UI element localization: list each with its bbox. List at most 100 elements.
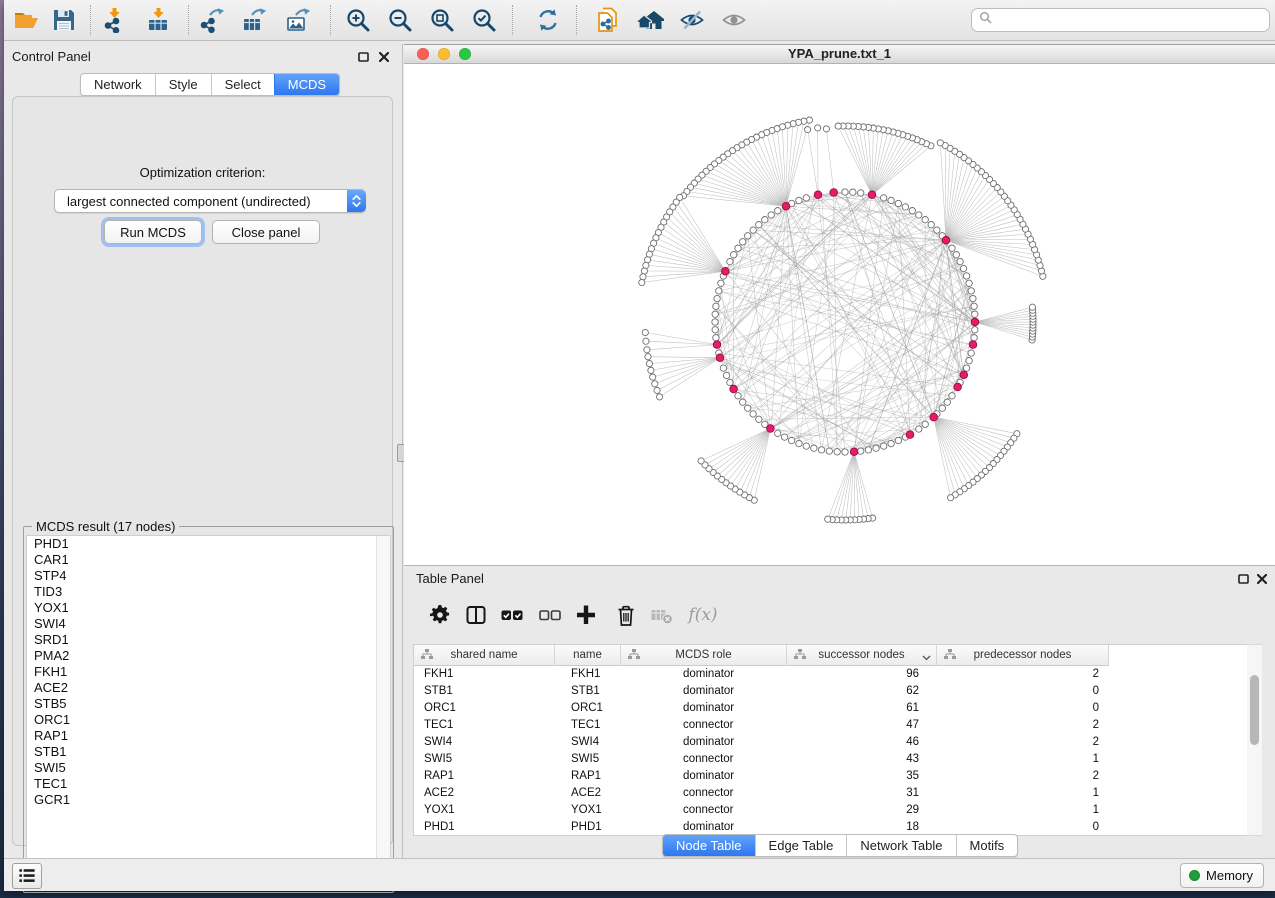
- mcds-result-item[interactable]: SRD1: [27, 632, 390, 648]
- network-node[interactable]: [949, 393, 955, 399]
- network-node[interactable]: [781, 434, 787, 440]
- export-image-icon[interactable]: [284, 6, 312, 34]
- table-tab-edge-table[interactable]: Edge Table: [755, 835, 847, 856]
- network-node[interactable]: [745, 405, 751, 411]
- network-node[interactable]: [971, 335, 977, 341]
- network-node[interactable]: [775, 208, 781, 214]
- table-scrollbar[interactable]: [1247, 644, 1262, 836]
- network-node[interactable]: [716, 288, 722, 294]
- tab-select[interactable]: Select: [211, 74, 274, 95]
- search-field[interactable]: [971, 8, 1270, 32]
- mcds-hub-node[interactable]: [942, 236, 950, 244]
- leaf-node[interactable]: [937, 140, 943, 146]
- leaf-node[interactable]: [648, 367, 654, 373]
- tab-network[interactable]: Network: [81, 74, 155, 95]
- network-node[interactable]: [756, 416, 762, 422]
- leaf-node[interactable]: [1029, 304, 1035, 310]
- leaf-node[interactable]: [698, 458, 704, 464]
- network-node[interactable]: [842, 449, 848, 455]
- network-node[interactable]: [745, 233, 751, 239]
- column-header-MCDS-role[interactable]: MCDS role: [621, 645, 787, 665]
- mcds-hub-node[interactable]: [722, 267, 730, 275]
- leaf-node[interactable]: [652, 381, 658, 387]
- network-node[interactable]: [818, 447, 824, 453]
- mcds-hub-node[interactable]: [814, 191, 822, 199]
- leaf-node[interactable]: [823, 126, 829, 132]
- network-node[interactable]: [803, 195, 809, 201]
- network-node[interactable]: [796, 197, 802, 203]
- export-network-icon[interactable]: [198, 6, 226, 34]
- hide-graphics-details-icon[interactable]: [678, 6, 706, 34]
- delete-columns-icon[interactable]: [613, 602, 639, 628]
- network-node[interactable]: [756, 222, 762, 228]
- network-node[interactable]: [922, 421, 928, 427]
- leaf-node[interactable]: [650, 374, 656, 380]
- table-row[interactable]: SWI4SWI4dominator462: [414, 733, 1248, 750]
- network-node[interactable]: [775, 430, 781, 436]
- network-node[interactable]: [718, 280, 724, 286]
- network-node[interactable]: [750, 227, 756, 233]
- network-node[interactable]: [796, 440, 802, 446]
- network-node[interactable]: [963, 273, 969, 279]
- zoom-fit-icon[interactable]: [428, 6, 456, 34]
- leaf-node[interactable]: [805, 127, 811, 133]
- network-node[interactable]: [735, 393, 741, 399]
- network-node[interactable]: [928, 222, 934, 228]
- network-node[interactable]: [712, 311, 718, 317]
- network-node[interactable]: [895, 437, 901, 443]
- table-row[interactable]: RAP1RAP1dominator352: [414, 767, 1248, 784]
- mcds-hub-node[interactable]: [713, 341, 721, 349]
- network-node[interactable]: [723, 372, 729, 378]
- network-node[interactable]: [858, 448, 864, 454]
- network-node[interactable]: [740, 239, 746, 245]
- network-node[interactable]: [970, 295, 976, 301]
- table-tab-network-table[interactable]: Network Table: [846, 835, 955, 856]
- mcds-result-item[interactable]: SWI5: [27, 760, 390, 776]
- add-column-icon[interactable]: [573, 602, 599, 628]
- tab-style[interactable]: Style: [155, 74, 211, 95]
- table-tab-node-table[interactable]: Node Table: [663, 835, 755, 856]
- float-table-panel-icon[interactable]: [1236, 572, 1250, 586]
- network-node[interactable]: [727, 258, 733, 264]
- zoom-out-icon[interactable]: [386, 6, 414, 34]
- leaf-node[interactable]: [642, 329, 648, 335]
- network-node[interactable]: [811, 445, 817, 451]
- open-file-icon[interactable]: [12, 6, 40, 34]
- search-input[interactable]: [997, 12, 1269, 28]
- zoom-in-icon[interactable]: [344, 6, 372, 34]
- refresh-view-icon[interactable]: [534, 6, 562, 34]
- mcds-hub-node[interactable]: [730, 385, 738, 393]
- leaf-node[interactable]: [644, 347, 650, 353]
- column-header-shared-name[interactable]: shared name: [414, 645, 555, 665]
- network-node[interactable]: [957, 258, 963, 264]
- leaf-node[interactable]: [825, 516, 831, 522]
- network-node[interactable]: [788, 437, 794, 443]
- network-node[interactable]: [731, 252, 737, 258]
- network-node[interactable]: [842, 189, 848, 195]
- mcds-hub-node[interactable]: [716, 354, 724, 362]
- mcds-result-item[interactable]: STB1: [27, 744, 390, 760]
- close-table-panel-icon[interactable]: [1255, 572, 1269, 586]
- network-node[interactable]: [971, 303, 977, 309]
- mcds-hub-node[interactable]: [969, 341, 977, 349]
- import-network-icon[interactable]: [100, 6, 128, 34]
- network-node[interactable]: [916, 426, 922, 432]
- show-graphics-details-icon[interactable]: [720, 6, 748, 34]
- network-node[interactable]: [934, 227, 940, 233]
- close-panel-icon[interactable]: [377, 50, 391, 64]
- leaf-node[interactable]: [657, 394, 663, 400]
- leaf-node[interactable]: [643, 338, 649, 344]
- network-node[interactable]: [963, 365, 969, 371]
- import-table-icon[interactable]: [144, 6, 172, 34]
- column-header-predecessor-nodes[interactable]: predecessor nodes: [937, 645, 1109, 665]
- network-node[interactable]: [939, 405, 945, 411]
- network-node[interactable]: [966, 358, 972, 364]
- mcds-result-item[interactable]: CAR1: [27, 552, 390, 568]
- network-node[interactable]: [881, 195, 887, 201]
- table-row[interactable]: FKH1FKH1dominator962: [414, 665, 1248, 682]
- network-node[interactable]: [873, 445, 879, 451]
- mcds-hub-node[interactable]: [906, 431, 914, 439]
- leaf-node[interactable]: [639, 279, 645, 285]
- network-node[interactable]: [740, 399, 746, 405]
- network-node[interactable]: [713, 303, 719, 309]
